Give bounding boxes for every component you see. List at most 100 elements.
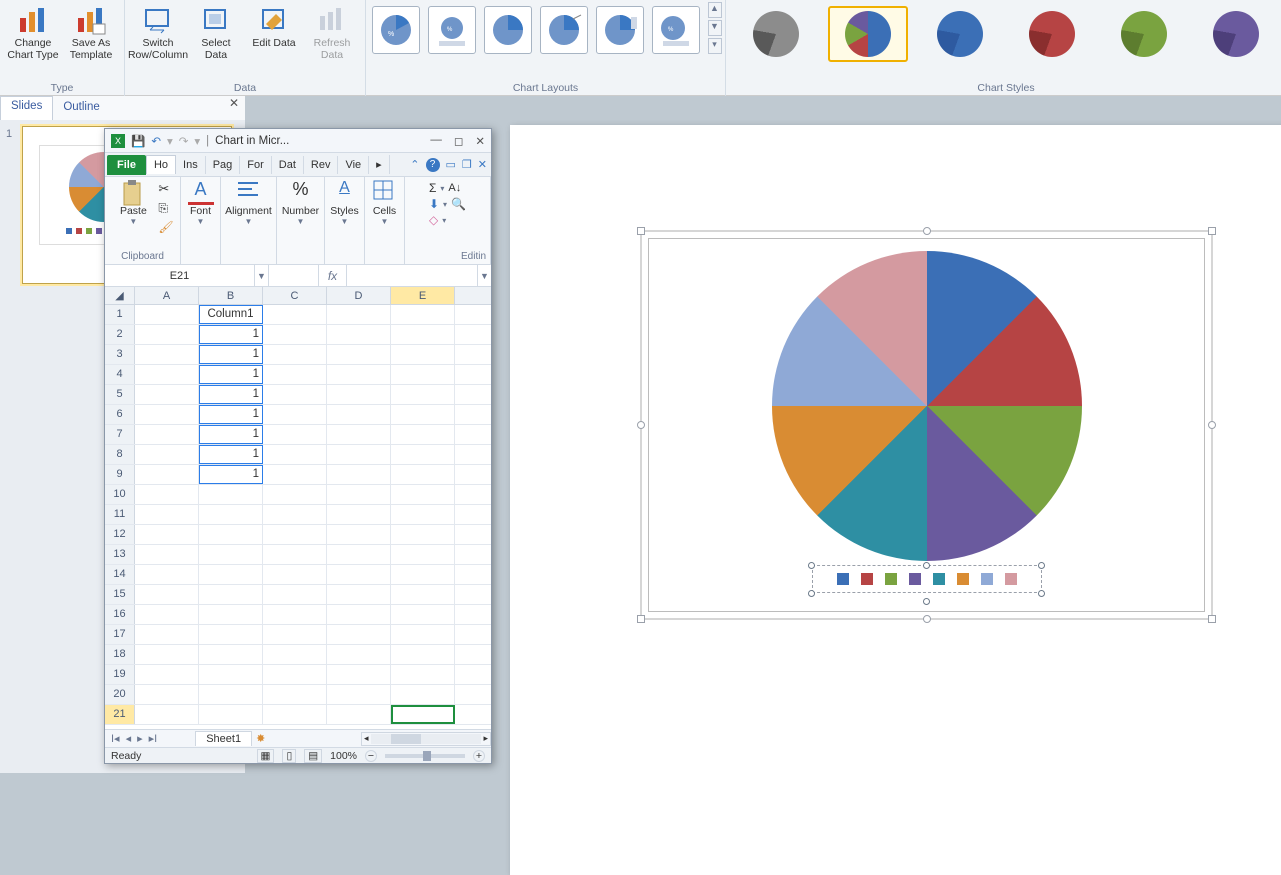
cell-C14[interactable] (263, 565, 327, 584)
chart-layout-3[interactable] (484, 6, 532, 54)
zoom-level[interactable]: 100% (330, 750, 357, 762)
format-painter-icon[interactable]: 🖌 (158, 220, 173, 234)
cell-D17[interactable] (327, 625, 391, 644)
cell-E9[interactable] (391, 465, 455, 484)
cell-C19[interactable] (263, 665, 327, 684)
cell-E21[interactable] (391, 705, 455, 724)
cell-A20[interactable] (135, 685, 199, 704)
cell-B4[interactable]: 1 (199, 365, 263, 384)
legend-handle[interactable] (923, 598, 930, 605)
legend-handle[interactable] (923, 562, 930, 569)
tab-insert[interactable]: Ins (176, 156, 206, 174)
sheet-nav[interactable]: I◂◂▸▸I (109, 732, 159, 745)
row-header-16[interactable]: 16 (105, 605, 135, 624)
cell-A19[interactable] (135, 665, 199, 684)
cell-B13[interactable] (199, 545, 263, 564)
chart-plot-area[interactable] (648, 238, 1205, 612)
window-restore-icon[interactable]: ❐ (462, 158, 472, 172)
cell-D20[interactable] (327, 685, 391, 704)
cell-B16[interactable] (199, 605, 263, 624)
chart-style-3[interactable] (920, 6, 1000, 62)
cell-C9[interactable] (263, 465, 327, 484)
cell-B17[interactable] (199, 625, 263, 644)
cell-D12[interactable] (327, 525, 391, 544)
tab-file[interactable]: File (107, 155, 146, 175)
cell-A5[interactable] (135, 385, 199, 404)
cell-C20[interactable] (263, 685, 327, 704)
row-header-13[interactable]: 13 (105, 545, 135, 564)
resize-handle[interactable] (1208, 615, 1216, 623)
cell-B15[interactable] (199, 585, 263, 604)
legend-swatch[interactable] (981, 573, 993, 585)
clear-icon[interactable]: ◇ (429, 213, 438, 227)
cell-C6[interactable] (263, 405, 327, 424)
pie-chart[interactable] (772, 251, 1082, 561)
tab-page-layout[interactable]: Pag (206, 156, 241, 174)
cell-A1[interactable] (135, 305, 199, 324)
cell-E8[interactable] (391, 445, 455, 464)
legend-swatch[interactable] (909, 573, 921, 585)
cell-A18[interactable] (135, 645, 199, 664)
resize-handle[interactable] (637, 421, 645, 429)
cell-C3[interactable] (263, 345, 327, 364)
cell-E16[interactable] (391, 605, 455, 624)
tab-outline[interactable]: Outline (53, 96, 109, 120)
cell-E6[interactable] (391, 405, 455, 424)
fill-icon[interactable]: ⬇ (429, 197, 439, 211)
cell-C21[interactable] (263, 705, 327, 724)
cell-B19[interactable] (199, 665, 263, 684)
column-header-C[interactable]: C (263, 287, 327, 304)
zoom-slider[interactable] (385, 754, 465, 758)
edit-data-button[interactable]: Edit Data (247, 2, 301, 50)
autosum-icon[interactable]: Σ (429, 181, 436, 195)
minimize-ribbon-icon[interactable]: ⌃ (410, 158, 419, 172)
excel-titlebar[interactable]: X 💾 ↶ ▾ ↷ ▾ | Chart in Micr... — ◻ ✕ (105, 129, 491, 153)
cell-C10[interactable] (263, 485, 327, 504)
cell-C2[interactable] (263, 325, 327, 344)
cell-E4[interactable] (391, 365, 455, 384)
layouts-gallery-more[interactable]: ▾ (708, 38, 722, 54)
cell-C18[interactable] (263, 645, 327, 664)
cell-B14[interactable] (199, 565, 263, 584)
cell-A13[interactable] (135, 545, 199, 564)
chart-layout-5[interactable] (596, 6, 644, 54)
cell-C1[interactable] (263, 305, 327, 324)
window-close-icon[interactable]: ✕ (478, 158, 487, 172)
cell-D21[interactable] (327, 705, 391, 724)
cell-D4[interactable] (327, 365, 391, 384)
close-pane-button[interactable]: ✕ (223, 96, 245, 120)
cell-D18[interactable] (327, 645, 391, 664)
chart-layout-4[interactable] (540, 6, 588, 54)
zoom-out-button[interactable]: − (365, 750, 377, 762)
cell-D19[interactable] (327, 665, 391, 684)
sort-filter-icon[interactable]: A↓ (448, 182, 461, 194)
save-icon[interactable]: 💾 (131, 134, 145, 148)
row-header-1[interactable]: 1 (105, 305, 135, 324)
cell-D11[interactable] (327, 505, 391, 524)
row-header-2[interactable]: 2 (105, 325, 135, 344)
legend-swatch[interactable] (957, 573, 969, 585)
chart-style-4[interactable] (1012, 6, 1092, 62)
row-header-21[interactable]: 21 (105, 705, 135, 724)
resize-handle[interactable] (637, 227, 645, 235)
cell-D9[interactable] (327, 465, 391, 484)
cell-E14[interactable] (391, 565, 455, 584)
chart-object[interactable] (640, 230, 1213, 620)
chart-layout-2[interactable]: % (428, 6, 476, 54)
row-header-11[interactable]: 11 (105, 505, 135, 524)
cell-D13[interactable] (327, 545, 391, 564)
cell-A12[interactable] (135, 525, 199, 544)
row-header-12[interactable]: 12 (105, 525, 135, 544)
cell-D14[interactable] (327, 565, 391, 584)
cell-B5[interactable]: 1 (199, 385, 263, 404)
row-header-6[interactable]: 6 (105, 405, 135, 424)
cell-B20[interactable] (199, 685, 263, 704)
row-header-7[interactable]: 7 (105, 425, 135, 444)
formula-bar-expand[interactable]: ▼ (477, 265, 491, 286)
horizontal-scrollbar[interactable]: ◂▸ (361, 732, 491, 746)
cell-C4[interactable] (263, 365, 327, 384)
cell-D6[interactable] (327, 405, 391, 424)
row-header-8[interactable]: 8 (105, 445, 135, 464)
new-sheet-icon[interactable]: ✸ (256, 732, 265, 745)
styles-button[interactable]: AStyles▼ (323, 179, 367, 226)
